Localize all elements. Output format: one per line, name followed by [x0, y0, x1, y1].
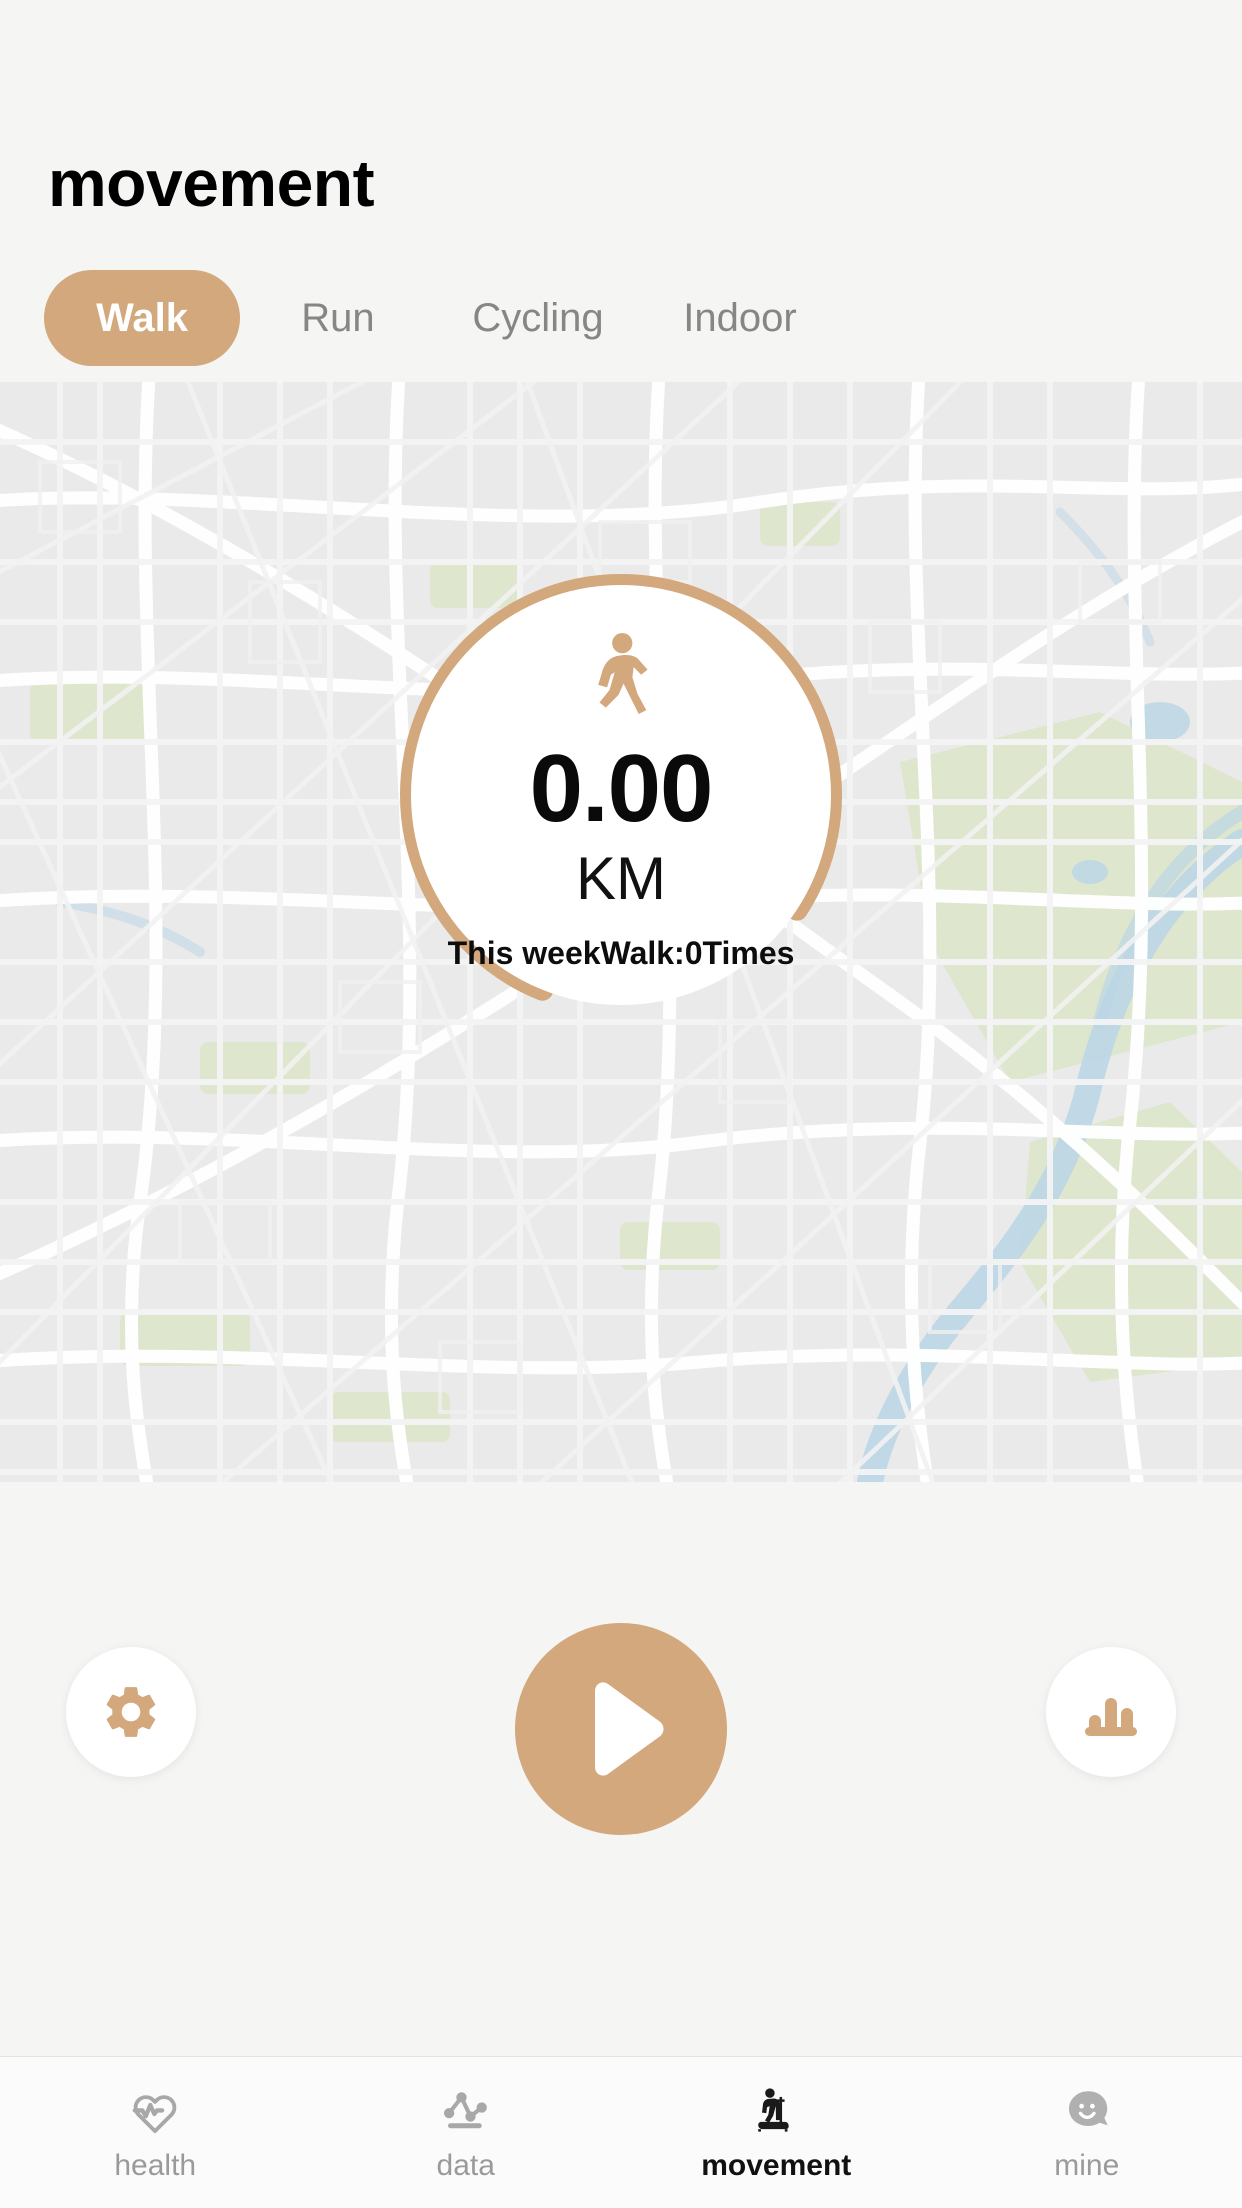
bar-chart-icon [1085, 1698, 1137, 1736]
movement-screen: movement Walk Run Cycling Indoor 0.00 KM… [0, 0, 1242, 2208]
distance-value: 0.00 [529, 735, 714, 842]
activity-tab-row: Walk Run Cycling Indoor [0, 270, 1242, 366]
nav-item-mine[interactable]: mine [932, 2057, 1242, 2208]
settings-button[interactable] [66, 1647, 196, 1777]
nav-label-data: data [436, 2148, 495, 2182]
distance-readout: 0.00 KM This weekWalk:0Times [411, 585, 831, 1005]
start-button[interactable] [515, 1623, 727, 1835]
play-icon [595, 1682, 664, 1776]
tab-cycling[interactable]: Cycling [436, 270, 640, 366]
nav-label-health: health [114, 2148, 197, 2182]
gear-icon [106, 1687, 156, 1737]
distance-ring: 0.00 KM This weekWalk:0Times [389, 563, 853, 1027]
heart-pulse-icon [132, 2094, 177, 2133]
page-title: movement [48, 146, 375, 220]
week-stats-label: This weekWalk:0Times [447, 935, 795, 971]
walking-person-icon [598, 633, 648, 714]
tab-walk[interactable]: Walk [44, 270, 240, 366]
nav-item-movement[interactable]: movement [621, 2057, 932, 2208]
line-chart-icon [443, 2091, 487, 2128]
stats-button[interactable] [1046, 1647, 1176, 1777]
bottom-navigation: health data movement mine [0, 2056, 1242, 2208]
nav-label-mine: mine [1054, 2148, 1120, 2182]
nav-label-movement: movement [701, 2148, 852, 2182]
status-bar-spacer [0, 0, 1242, 128]
tab-indoor[interactable]: Indoor [640, 270, 840, 366]
distance-unit: KM [576, 845, 666, 912]
map-view[interactable]: 0.00 KM This weekWalk:0Times [0, 382, 1242, 1482]
treadmill-icon [758, 2087, 789, 2132]
tab-run[interactable]: Run [240, 270, 436, 366]
nav-item-health[interactable]: health [0, 2057, 311, 2208]
nav-item-data[interactable]: data [311, 2057, 622, 2208]
action-button-row [0, 1623, 1242, 1863]
smiley-face-icon [1068, 2090, 1108, 2126]
